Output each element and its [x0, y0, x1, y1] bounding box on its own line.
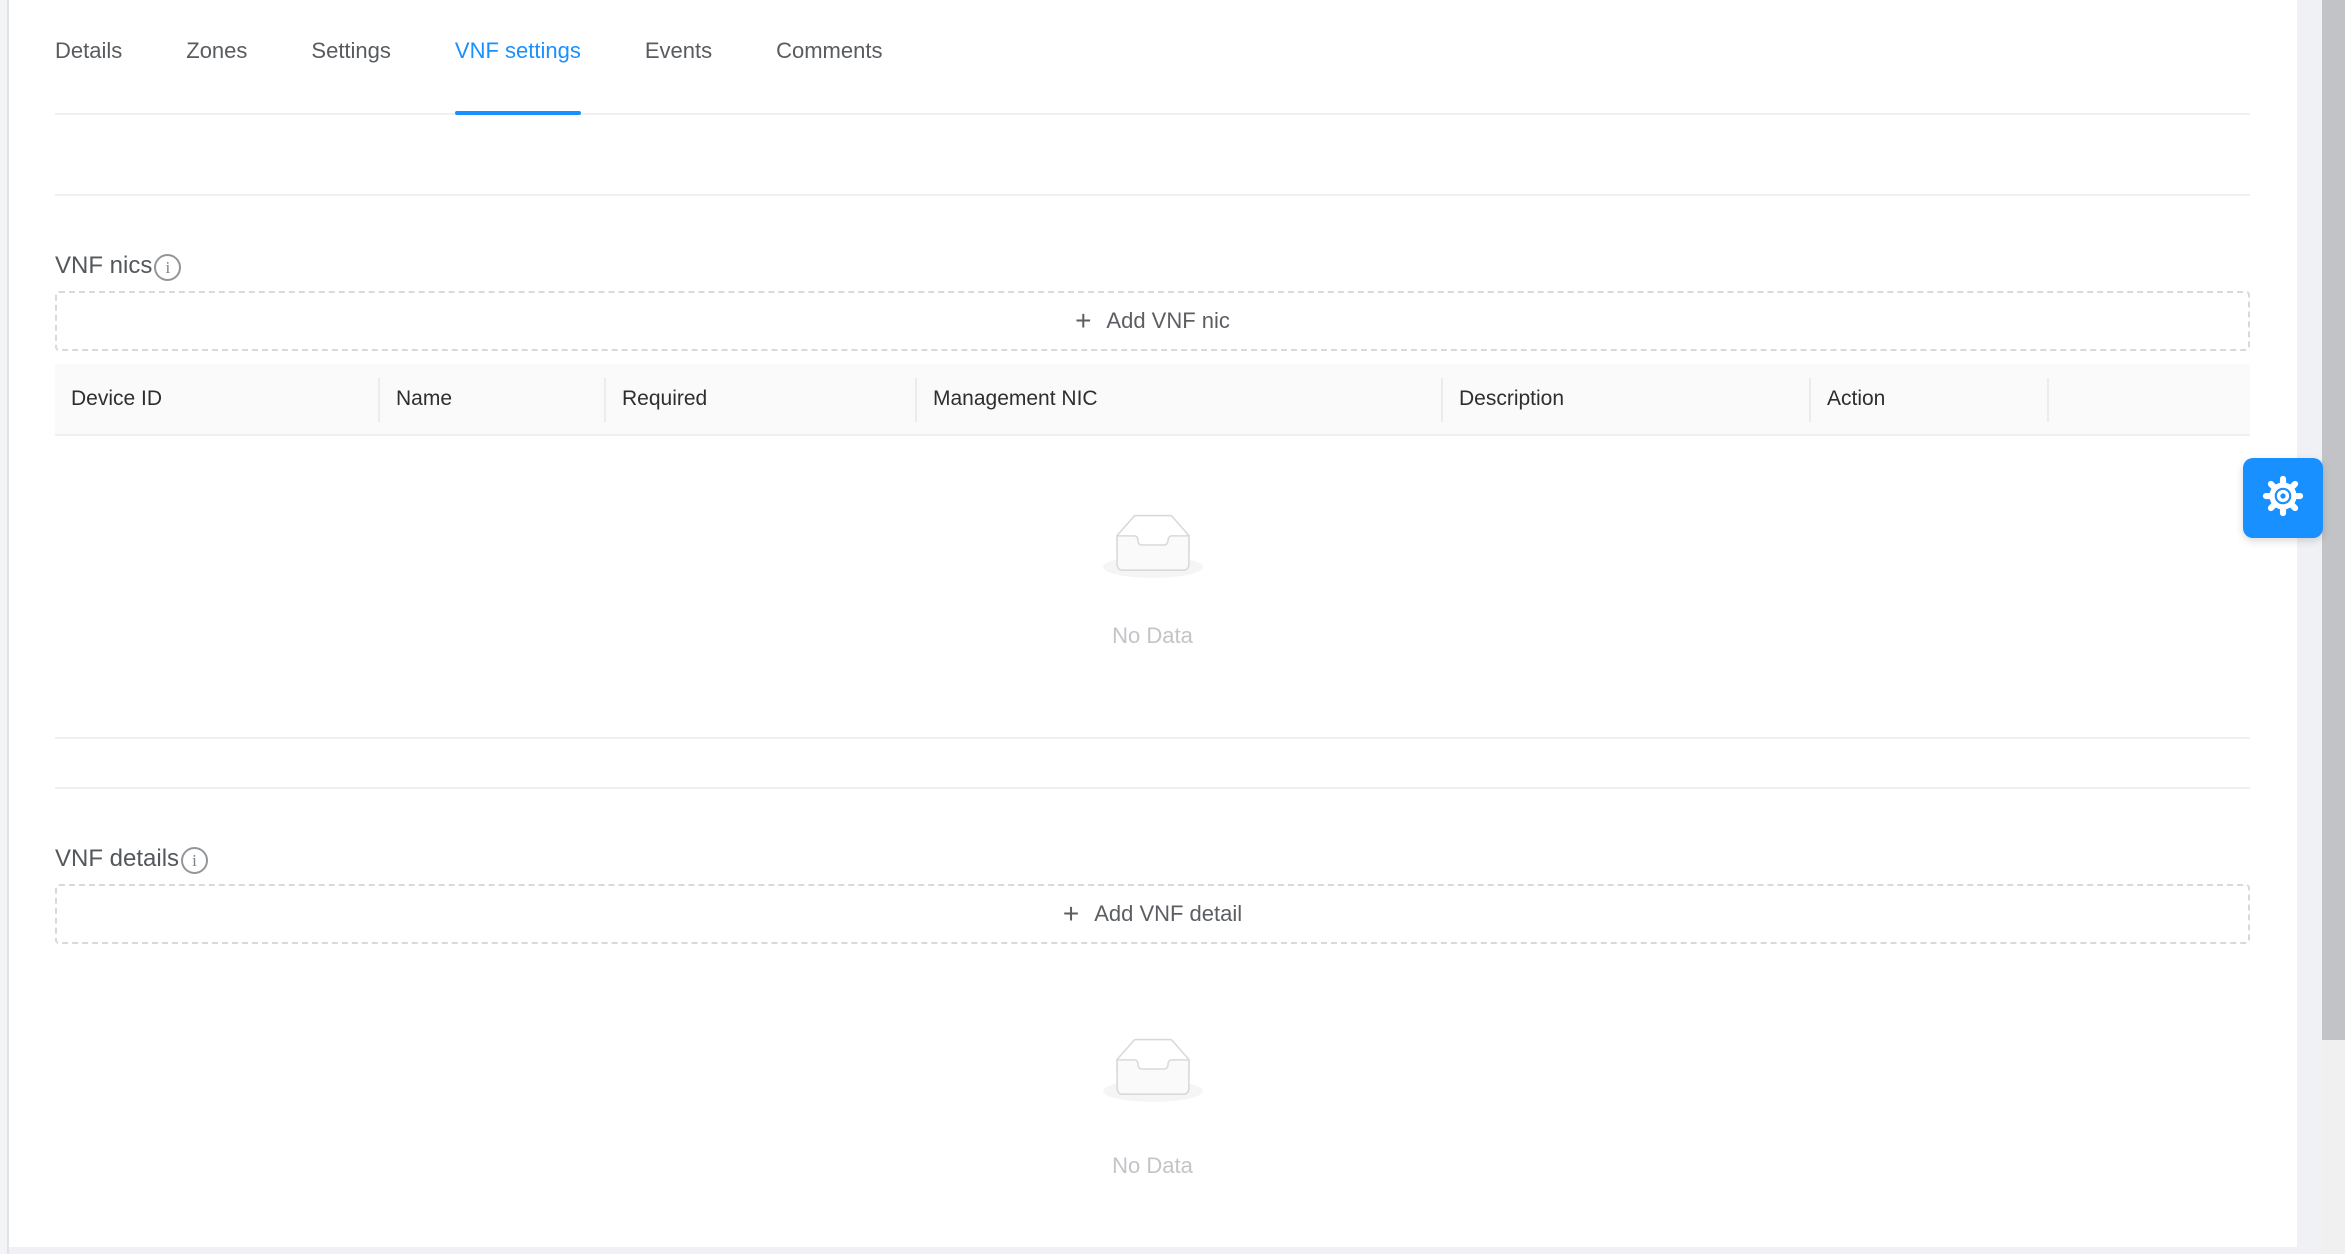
vnf-nics-empty-state: No Data [55, 436, 2250, 739]
vnf-details-header: VNF details i [55, 844, 2250, 874]
vnf-nics-section: VNF nics i + Add VNF nic Device ID Name … [55, 194, 2250, 739]
column-name: Name [380, 364, 606, 434]
main-content: Details Zones Settings VNF settings Even… [55, 0, 2250, 1179]
empty-box-icon [1103, 1038, 1203, 1107]
tab-comments[interactable]: Comments [776, 38, 882, 113]
column-management-nic: Management NIC [917, 364, 1443, 434]
scrollbar-thumb[interactable] [2322, 0, 2345, 1040]
add-vnf-nic-label: Add VNF nic [1106, 308, 1230, 334]
tab-bar: Details Zones Settings VNF settings Even… [55, 0, 2250, 115]
left-panel-edge [0, 0, 9, 1254]
vnf-details-empty-state: No Data [55, 944, 2250, 1179]
vertical-scrollbar[interactable] [2322, 0, 2345, 1254]
settings-button[interactable] [2243, 458, 2323, 538]
vnf-nics-table-header: Device ID Name Required Management NIC D… [55, 364, 2250, 436]
empty-box-icon [1103, 514, 1203, 583]
add-vnf-detail-button[interactable]: + Add VNF detail [55, 884, 2250, 944]
plus-icon: + [1075, 307, 1091, 335]
vnf-details-title: VNF details [55, 844, 179, 874]
tab-settings[interactable]: Settings [311, 38, 391, 113]
tab-events[interactable]: Events [645, 38, 712, 113]
plus-icon: + [1063, 900, 1079, 928]
add-vnf-nic-button[interactable]: + Add VNF nic [55, 291, 2250, 351]
vnf-details-section: VNF details i + Add VNF detail [55, 787, 2250, 1179]
info-circle-icon[interactable]: i [181, 847, 208, 874]
tab-zones[interactable]: Zones [186, 38, 247, 113]
page-background-gutter [2297, 0, 2322, 1254]
no-data-text: No Data [55, 623, 2250, 649]
tab-vnf-settings[interactable]: VNF settings [455, 38, 581, 113]
column-device-id: Device ID [55, 364, 380, 434]
gear-icon [2262, 475, 2304, 522]
tab-details[interactable]: Details [55, 38, 122, 113]
column-description: Description [1443, 364, 1811, 434]
vnf-nics-title: VNF nics [55, 251, 152, 281]
horizontal-scrollbar-track[interactable] [9, 1247, 2322, 1254]
vnf-nics-header: VNF nics i [55, 251, 2250, 281]
column-action: Action [1811, 364, 2049, 434]
add-vnf-detail-label: Add VNF detail [1094, 901, 1242, 927]
no-data-text: No Data [55, 1153, 2250, 1179]
column-spacer [2049, 364, 2250, 434]
column-required: Required [606, 364, 917, 434]
info-circle-icon[interactable]: i [154, 254, 181, 281]
